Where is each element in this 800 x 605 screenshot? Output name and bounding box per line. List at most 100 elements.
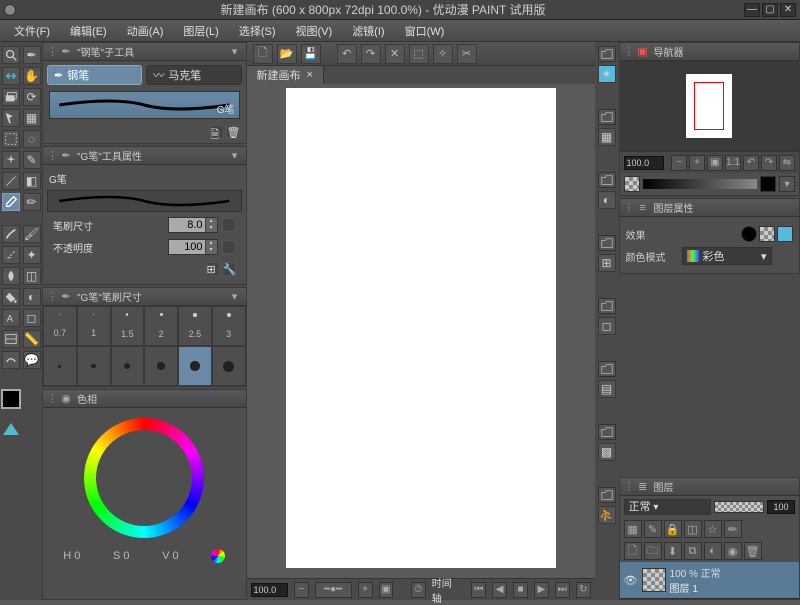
opacity-input[interactable]: 100▴▾	[168, 239, 218, 255]
tool-airbrush[interactable]	[2, 246, 20, 264]
dock-folder-icon[interactable]	[598, 109, 616, 125]
param-icon[interactable]: ⊞	[206, 262, 220, 276]
layer-opacity-value[interactable]: 100	[767, 500, 795, 514]
gradient-icon[interactable]: ▤	[598, 380, 616, 398]
tool-operation[interactable]	[2, 88, 20, 106]
opacity-opts-icon[interactable]	[222, 240, 236, 254]
material-icon[interactable]: ▦	[598, 128, 616, 146]
save-icon[interactable]: 💾	[301, 44, 321, 64]
tool-eyedropper[interactable]	[2, 193, 20, 211]
open-icon[interactable]: 📂	[277, 44, 297, 64]
tool-brush[interactable]	[2, 225, 20, 243]
color-wheel[interactable]	[43, 408, 246, 548]
tool-move[interactable]	[2, 67, 20, 85]
zoom-slider[interactable]: ━●━	[315, 582, 352, 598]
nav-flip-icon[interactable]: ⇋	[779, 155, 795, 171]
visibility-icon[interactable]: 👁	[624, 574, 638, 587]
canvas[interactable]	[286, 88, 556, 568]
brushsize-cell[interactable]: 2.5	[178, 306, 212, 346]
dock-folder-icon[interactable]	[598, 361, 616, 377]
tool-quickmask[interactable]: ◧	[23, 172, 41, 190]
dock-folder-icon[interactable]	[598, 172, 616, 188]
dock-folder-icon[interactable]	[598, 424, 616, 440]
subtool-tab-marker[interactable]: 〰马克笔	[146, 65, 241, 85]
nav-100-icon[interactable]: 1:1	[725, 155, 741, 171]
mask-icon[interactable]: ◐	[704, 542, 722, 560]
subtool-del-icon[interactable]: 🗑	[226, 125, 240, 139]
swatch-menu-icon[interactable]: ▾	[779, 176, 795, 192]
timeline-icon[interactable]: ⏱	[411, 582, 426, 598]
brushsize-cell[interactable]	[77, 346, 111, 386]
foreground-color[interactable]	[1, 389, 21, 409]
tool-gradient[interactable]: ◐	[23, 288, 41, 306]
tool-blend[interactable]	[2, 267, 20, 285]
tool-pencil[interactable]: ✏	[23, 193, 41, 211]
nav-rotate-l-icon[interactable]: ↶	[743, 155, 759, 171]
subtool-tab-pen[interactable]: ✒钢笔	[47, 65, 142, 85]
crop-icon[interactable]: ✂	[457, 44, 477, 64]
brushsize-cell[interactable]: 2	[144, 306, 178, 346]
transparent-color[interactable]	[3, 423, 19, 435]
step-down-icon[interactable]: ▾	[205, 225, 217, 232]
brushsize-cell[interactable]: 1	[77, 306, 111, 346]
rainbow-icon[interactable]	[211, 549, 225, 563]
panel-menu-icon[interactable]: ▾	[228, 149, 242, 163]
clear-icon[interactable]: ✕	[385, 44, 405, 64]
zoom-value[interactable]: 100.0	[251, 583, 288, 597]
tab-close-icon[interactable]: ×	[307, 69, 313, 81]
nav-rotate-r-icon[interactable]: ↷	[761, 155, 777, 171]
play-prev-icon[interactable]: ⏮	[471, 582, 486, 598]
tool-pen-icon[interactable]: ✒	[23, 46, 41, 64]
menu-animation[interactable]: 动画(A)	[117, 23, 174, 39]
dock-folder-icon[interactable]	[598, 235, 616, 251]
panel-menu-icon[interactable]: ▾	[228, 45, 242, 59]
brushsize-cell[interactable]	[144, 346, 178, 386]
tool-zoom[interactable]	[2, 46, 20, 64]
tool-shape[interactable]: ◻	[23, 309, 41, 327]
swatch-black[interactable]	[760, 176, 776, 192]
wrench-icon[interactable]: 🔧	[222, 262, 236, 276]
play-fwd-icon[interactable]: ▶	[534, 582, 549, 598]
tool-text[interactable]: A	[2, 309, 20, 327]
lock-pixel-icon[interactable]: ✎	[644, 520, 662, 538]
tool-correct[interactable]	[2, 351, 20, 369]
nav-zoom-out-icon[interactable]: −	[671, 155, 687, 171]
menu-window[interactable]: 窗口(W)	[395, 23, 455, 39]
tool-fill[interactable]	[2, 288, 20, 306]
tool-deco[interactable]: ✦	[23, 246, 41, 264]
brushsize-cell[interactable]: 3	[212, 306, 246, 346]
new-icon[interactable]: 🗋	[253, 44, 273, 64]
tool-hand[interactable]: ✋	[23, 67, 41, 85]
brushsize-cell[interactable]	[111, 346, 145, 386]
maximize-button[interactable]: ▢	[762, 3, 778, 17]
panel-menu-icon[interactable]: ▾	[228, 290, 242, 304]
tool-ruler[interactable]: 📏	[23, 330, 41, 348]
brushsize-cell[interactable]: 1.5	[111, 306, 145, 346]
tool-lasso[interactable]: ◌	[23, 130, 41, 148]
play-next-icon[interactable]: ⏭	[555, 582, 570, 598]
play-stop-icon[interactable]: ■	[513, 582, 528, 598]
ref-icon[interactable]: ☆	[704, 520, 722, 538]
new-folder-icon[interactable]: 🗀	[644, 542, 662, 560]
delete-layer-icon[interactable]: 🗑	[744, 542, 762, 560]
tool-object[interactable]: ▦	[23, 109, 41, 127]
blendmode-select[interactable]: 正常 ▾	[624, 499, 711, 515]
tool-selectpen[interactable]: ✎	[23, 151, 41, 169]
apply-mask-icon[interactable]: ◉	[724, 542, 742, 560]
pattern-icon[interactable]: ⊞	[598, 254, 616, 272]
tool-layermove[interactable]	[2, 109, 20, 127]
clip-icon[interactable]: ◫	[684, 520, 702, 538]
merge-icon[interactable]: ⬇	[664, 542, 682, 560]
step-up-icon[interactable]: ▴	[205, 218, 217, 225]
dock-folder-icon[interactable]	[598, 298, 616, 314]
brushsize-cell[interactable]	[43, 346, 77, 386]
swatch-transparent[interactable]	[624, 176, 640, 192]
navigator-view[interactable]	[620, 61, 799, 151]
layer-item[interactable]: 👁 100 % 正常 图层 1	[620, 562, 799, 599]
geometry-icon[interactable]: ◻	[598, 317, 616, 335]
zoom-out-icon[interactable]: −	[294, 582, 309, 598]
play-back-icon[interactable]: ◀	[492, 582, 507, 598]
combine-icon[interactable]: ⧉	[684, 542, 702, 560]
tone-icon[interactable]: ◐	[598, 191, 616, 209]
tool-pen-thin[interactable]	[2, 172, 20, 190]
